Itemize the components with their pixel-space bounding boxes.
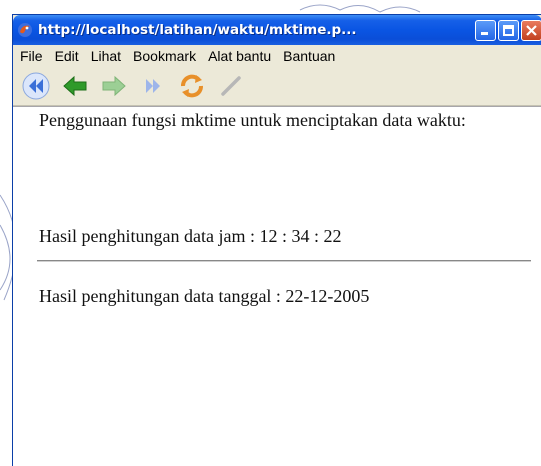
reload-button[interactable]: [177, 71, 207, 101]
forward-arrow-icon: [102, 75, 126, 97]
menu-help[interactable]: Bantuan: [278, 48, 342, 64]
close-icon: [526, 24, 537, 36]
rewind-button[interactable]: [21, 71, 51, 101]
browser-window: http://localhost/latihan/waktu/mktime.p.…: [12, 14, 541, 466]
fast-forward-icon: [146, 79, 160, 93]
time-result-text: Hasil penghitungan data jam : 12 : 34 : …: [39, 226, 342, 246]
intro-text: Penggunaan fungsi mktime untuk menciptak…: [39, 110, 466, 130]
browser-logo-icon: [18, 23, 32, 37]
menu-tools[interactable]: Alat bantu: [203, 48, 278, 64]
menu-file[interactable]: File: [15, 48, 50, 64]
menu-view[interactable]: Lihat: [86, 48, 128, 64]
page-content: Penggunaan fungsi mktime untuk menciptak…: [13, 106, 541, 466]
back-arrow-icon: [63, 75, 87, 97]
date-result-text: Hasil penghitungan data tanggal : 22-12-…: [39, 286, 370, 306]
rewind-icon: [22, 72, 50, 100]
stop-button[interactable]: [216, 71, 246, 101]
back-button[interactable]: [60, 71, 90, 101]
menu-bar: File Edit Lihat Bookmark Alat bantu Bant…: [13, 45, 541, 67]
minimize-icon: [481, 31, 488, 35]
menu-edit[interactable]: Edit: [50, 48, 86, 64]
close-button[interactable]: [521, 19, 541, 41]
reload-icon: [181, 74, 203, 98]
forward-button[interactable]: [99, 71, 129, 101]
minimize-button[interactable]: [475, 19, 496, 41]
fast-forward-button[interactable]: [138, 71, 168, 101]
stop-icon: [221, 76, 241, 96]
horizontal-rule: [37, 260, 531, 262]
title-bar[interactable]: http://localhost/latihan/waktu/mktime.p.…: [13, 15, 541, 45]
navigation-toolbar: [13, 67, 541, 106]
maximize-button[interactable]: [498, 19, 519, 41]
menu-bookmark[interactable]: Bookmark: [128, 48, 203, 64]
maximize-icon: [503, 24, 514, 36]
window-title: http://localhost/latihan/waktu/mktime.p.…: [38, 22, 357, 38]
